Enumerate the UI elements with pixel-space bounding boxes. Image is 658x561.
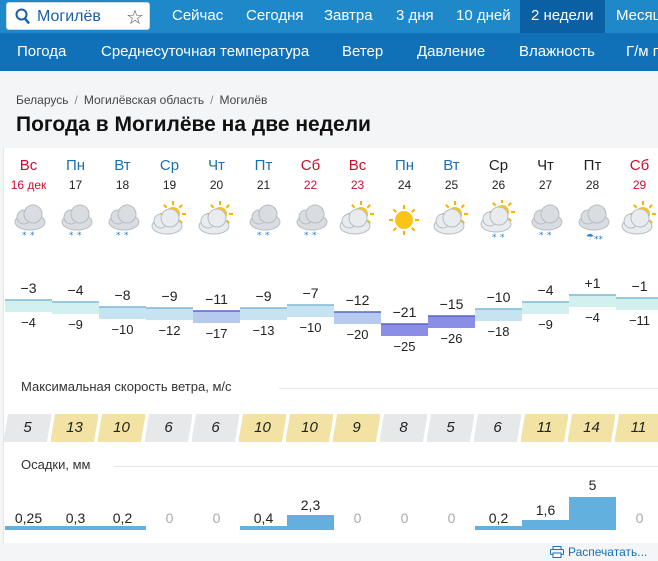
subnav-humidity[interactable]: Влажность: [519, 33, 595, 71]
precip-value: 0: [353, 510, 362, 526]
temp-band: [240, 308, 287, 320]
temp-band: [334, 312, 381, 324]
precip-value: 5: [588, 477, 597, 493]
precip-section-divider: [114, 466, 658, 467]
search-box[interactable]: Могилёв ☆: [6, 2, 150, 30]
breadcrumb: Беларусь / Могилёвская область / Могилёв: [16, 93, 268, 107]
wind-speed-cell: 11: [521, 414, 568, 442]
precip-value: 0,2: [488, 510, 509, 526]
forecast-card: Вс 16 дек * * −3 −4 Пн 17 * * −4 −9 Вт 18 * * −8 −10 Ср 19−…: [3, 148, 658, 543]
wind-speed-cell: 11: [615, 414, 658, 442]
nav-month[interactable]: Месяц: [606, 0, 658, 33]
sub-nav-bar: Погода Среднесуточная температура Ветер …: [0, 33, 658, 71]
precip-value: 0,25: [14, 510, 43, 526]
nav-tomorrow[interactable]: Завтра: [312, 0, 385, 33]
breadcrumb-city[interactable]: Могилёв: [219, 93, 267, 107]
search-icon[interactable]: [15, 8, 31, 26]
wind-section-label: Максимальная скорость ветра, м/с: [21, 379, 232, 394]
precip-bar: [99, 526, 146, 530]
precip-bar: [52, 526, 99, 530]
breadcrumb-region[interactable]: Могилёвская область: [84, 93, 204, 107]
nav-now[interactable]: Сейчас: [160, 0, 235, 33]
printer-icon: [550, 546, 564, 558]
wind-speed-cell: 6: [474, 414, 521, 442]
wind-speed-cell: 9: [333, 414, 380, 442]
precip-bar: [522, 520, 569, 530]
wind-speed-cell: 6: [192, 414, 239, 442]
wind-speed-cell: 13: [51, 414, 98, 442]
nav-today[interactable]: Сегодня: [234, 0, 316, 33]
nav-3days[interactable]: 3 дня: [384, 0, 446, 33]
precip-bar: [569, 497, 616, 530]
precip-bar: [240, 526, 287, 530]
precip-value: 0: [447, 510, 456, 526]
temp-band: [99, 307, 146, 319]
precip-bar: [475, 526, 522, 530]
wind-speed-cell: 10: [286, 414, 333, 442]
precip-value: 0,4: [253, 510, 274, 526]
search-input[interactable]: Могилёв: [37, 8, 101, 26]
subnav-weather[interactable]: Погода: [17, 33, 66, 71]
temp-band: [287, 305, 334, 317]
top-nav-bar: Могилёв ☆ Сейчас Сегодня Завтра 3 дня 10…: [0, 0, 658, 33]
precip-value: 0: [400, 510, 409, 526]
precip-value: 2,3: [300, 497, 321, 513]
wind-speed-cell: 8: [380, 414, 427, 442]
wind-speed-cell: 6: [145, 414, 192, 442]
precip-value: 0: [635, 510, 644, 526]
wind-speed-cell: 14: [568, 414, 615, 442]
wind-speed-cell: 10: [98, 414, 145, 442]
temp-band: [569, 295, 616, 307]
wind-section-divider: [279, 388, 658, 389]
temp-band: [146, 308, 193, 320]
temp-band: [193, 311, 240, 323]
breadcrumb-country[interactable]: Беларусь: [16, 93, 68, 107]
temp-band: [522, 302, 569, 314]
print-label: Распечатать...: [568, 545, 648, 559]
temp-band: [381, 324, 428, 336]
temp-band: [5, 300, 52, 312]
precip-value: 0: [212, 510, 221, 526]
subnav-wind[interactable]: Ветер: [342, 33, 383, 71]
precip-section-label: Осадки, мм: [21, 457, 91, 472]
page-title: Погода в Могилёве на две недели: [16, 113, 371, 136]
precip-value: 1,6: [535, 502, 556, 518]
wind-speed-cell: 10: [239, 414, 286, 442]
nav-10days[interactable]: 10 дней: [444, 0, 523, 33]
star-icon[interactable]: ☆: [126, 5, 144, 29]
temperature-chart: [5, 294, 658, 336]
temp-band: [475, 309, 522, 321]
wind-speed-cell: 5: [427, 414, 474, 442]
temp-band: [52, 302, 99, 314]
wind-speed-cell: 5: [4, 414, 51, 442]
precip-value: 0,3: [65, 510, 86, 526]
precip-value: 0: [165, 510, 174, 526]
nav-2weeks[interactable]: 2 недели: [520, 0, 605, 33]
temp-band: [616, 298, 658, 310]
precip-value: 0,2: [112, 510, 133, 526]
temp-band: [428, 316, 475, 328]
precip-bar: [287, 515, 334, 530]
precip-bar: [5, 526, 52, 530]
subnav-avg-temp[interactable]: Среднесуточная температура: [101, 33, 309, 71]
subnav-pressure[interactable]: Давление: [417, 33, 485, 71]
print-link[interactable]: Распечатать...: [550, 545, 647, 559]
subnav-geomagnetic[interactable]: Г/м п: [626, 33, 658, 71]
